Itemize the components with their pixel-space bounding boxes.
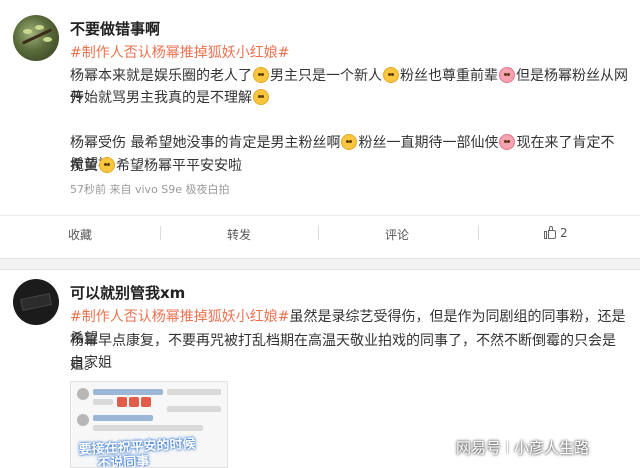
preview-line [167,389,221,395]
preview-caption: 要接在祝平安的时候 不说同事 [78,435,227,467]
post-text: 开始就骂男主我真的是不理解 [70,90,252,106]
avatar[interactable] [13,279,59,325]
avatar-card [20,293,52,311]
preview-emoji-icon [117,397,127,407]
preview-line [93,415,153,421]
post-text: 搅黄 [70,158,98,174]
post-text: 姐。 [70,357,98,373]
username[interactable]: 可以就别管我xm [70,282,185,303]
blush-emoji-icon [499,134,516,150]
action-divider [478,226,479,240]
action-divider [160,226,161,240]
tongue-emoji-icon [383,67,399,83]
weibo-post-1: 不要做错事啊 #制作人否认杨幂推掉狐妖小红娘# 杨幂本来就是娱乐圈的老人了 男主只… [0,0,640,258]
action-bar: 收藏 转发 评论 2 [0,215,640,249]
preview-avatar-icon [77,414,89,426]
preview-avatar-icon [77,388,89,400]
post-text-line: 开始就骂男主我真的是不理解 [70,87,628,109]
thumbs-up-icon [544,226,557,239]
post-text: 粉丝也尊重前辈 [400,68,498,84]
preview-emoji-icon [141,397,151,407]
post-text: 粉丝一直期待一部仙侠 [358,135,499,151]
post-text: 希望杨幂平平安安啦 [116,158,242,174]
watermark-brand: 网易号 [456,439,502,457]
post-text: 男主只是一个新人 [270,68,382,84]
post-text-line: 搅黄 希望杨幂平平安安啦 [70,155,628,177]
avatar-leaf [23,29,32,34]
watermark-author: 小彦人生路 [514,439,590,457]
post-text: 杨幂本来就是娱乐圈的老人了 [70,68,252,84]
grin-emoji-icon [253,67,269,83]
post-topic-line: #制作人否认杨幂推掉狐妖小红娘# [70,42,628,64]
preview-emoji-icon [129,397,139,407]
avatar-leaf [35,25,44,30]
feed-divider [0,258,640,270]
image-preview[interactable]: 要接在祝平安的时候 不说同事 [70,381,228,468]
favorite-button[interactable]: 收藏 [68,226,92,243]
avatar-leaf [43,37,52,42]
repost-button[interactable]: 转发 [227,226,251,243]
preview-line [93,389,163,395]
topic-link[interactable]: #制作人否认杨幂推掉狐妖小红娘# [70,309,289,325]
preview-line [93,425,203,431]
avatar[interactable] [13,15,59,61]
laugh-emoji-icon [99,157,115,173]
action-divider [318,226,319,240]
like-button[interactable]: 2 [544,226,568,240]
post-text-line: 姐。 [70,354,628,376]
shy-emoji-icon [499,67,515,83]
topic-link[interactable]: #制作人否认杨幂推掉狐妖小红娘# [70,45,289,61]
post-text: 杨幂受伤 最希望她没事的肯定是男主粉丝啊 [70,135,341,151]
watermark-divider [507,441,509,454]
smile-emoji-icon [341,134,358,150]
post-meta: 57秒前 来自 vivo S9e 极夜白拍 [70,183,230,196]
preview-line [93,399,113,405]
preview-line [167,406,221,412]
username[interactable]: 不要做错事啊 [70,18,160,39]
comment-button[interactable]: 评论 [385,226,409,243]
watermark: 网易号 小彦人生路 [456,437,589,458]
like-count: 2 [560,226,568,240]
dizzy-emoji-icon [253,89,269,105]
